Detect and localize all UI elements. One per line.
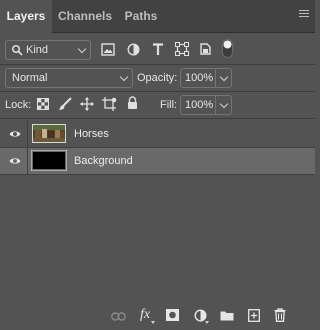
link-layers-icon[interactable] bbox=[111, 312, 126, 321]
opacity-label: Opacity: bbox=[137, 72, 178, 84]
divider bbox=[27, 148, 28, 175]
delete-layer-icon[interactable] bbox=[274, 308, 286, 322]
small-triangle-icon bbox=[151, 321, 155, 324]
tab-channels[interactable]: Channels bbox=[54, 0, 116, 32]
panel-menu-icon[interactable] bbox=[299, 10, 309, 18]
smart-object-filter-icon[interactable] bbox=[199, 42, 212, 56]
divider bbox=[0, 118, 315, 119]
fx-icon[interactable]: fx bbox=[140, 308, 150, 322]
lock-label: Lock: bbox=[5, 99, 32, 111]
lock-all-icon[interactable] bbox=[127, 96, 138, 110]
panel-tab-bar: Layers Channels Paths bbox=[0, 0, 315, 33]
tab-paths[interactable]: Paths bbox=[118, 0, 164, 32]
opacity-value: 100% bbox=[185, 72, 214, 84]
eye-visibility-icon[interactable] bbox=[9, 156, 21, 166]
lock-transparent-icon[interactable] bbox=[37, 98, 49, 110]
filter-toggle-icon[interactable] bbox=[222, 39, 233, 58]
new-group-icon[interactable] bbox=[220, 310, 234, 321]
layer-name[interactable]: Background bbox=[74, 155, 133, 167]
layer-thumbnail-horses bbox=[32, 124, 66, 143]
search-icon bbox=[11, 44, 23, 56]
lock-image-icon[interactable] bbox=[58, 97, 72, 111]
shape-filter-icon[interactable] bbox=[175, 42, 189, 56]
small-triangle-icon bbox=[205, 321, 209, 324]
blend-mode-value: Normal bbox=[12, 72, 48, 84]
chevron-down-icon[interactable] bbox=[215, 69, 231, 87]
divider bbox=[0, 91, 315, 92]
layers-bottom-toolbar: fx bbox=[0, 307, 315, 330]
fill-value: 100% bbox=[185, 99, 214, 111]
divider bbox=[27, 121, 28, 148]
image-filter-icon[interactable] bbox=[101, 43, 115, 56]
kind-filter-label: Kind bbox=[26, 44, 49, 56]
chevron-down-icon bbox=[74, 41, 90, 59]
eye-visibility-icon[interactable] bbox=[9, 129, 21, 139]
tab-layers[interactable]: Layers bbox=[0, 0, 52, 33]
lock-position-icon[interactable] bbox=[80, 97, 94, 111]
layer-row-background[interactable]: Background bbox=[0, 148, 315, 175]
type-filter-icon[interactable] bbox=[152, 43, 164, 56]
blend-mode-dropdown[interactable]: Normal bbox=[5, 68, 133, 88]
layer-name[interactable]: Horses bbox=[74, 128, 109, 140]
fill-input[interactable]: 100% bbox=[180, 95, 232, 115]
layer-row-horses[interactable]: Horses bbox=[0, 121, 315, 148]
divider bbox=[0, 64, 315, 65]
adjustment-filter-icon[interactable] bbox=[127, 43, 140, 56]
lock-artboard-icon[interactable] bbox=[102, 97, 117, 111]
add-mask-icon[interactable] bbox=[166, 309, 179, 321]
chevron-down-icon bbox=[116, 69, 132, 87]
new-layer-icon[interactable] bbox=[248, 309, 260, 322]
kind-filter-dropdown[interactable]: Kind bbox=[5, 40, 91, 60]
chevron-down-icon[interactable] bbox=[215, 96, 231, 114]
fill-label: Fill: bbox=[160, 99, 178, 111]
opacity-input[interactable]: 100% bbox=[180, 68, 232, 88]
layer-thumbnail-background bbox=[31, 150, 67, 171]
